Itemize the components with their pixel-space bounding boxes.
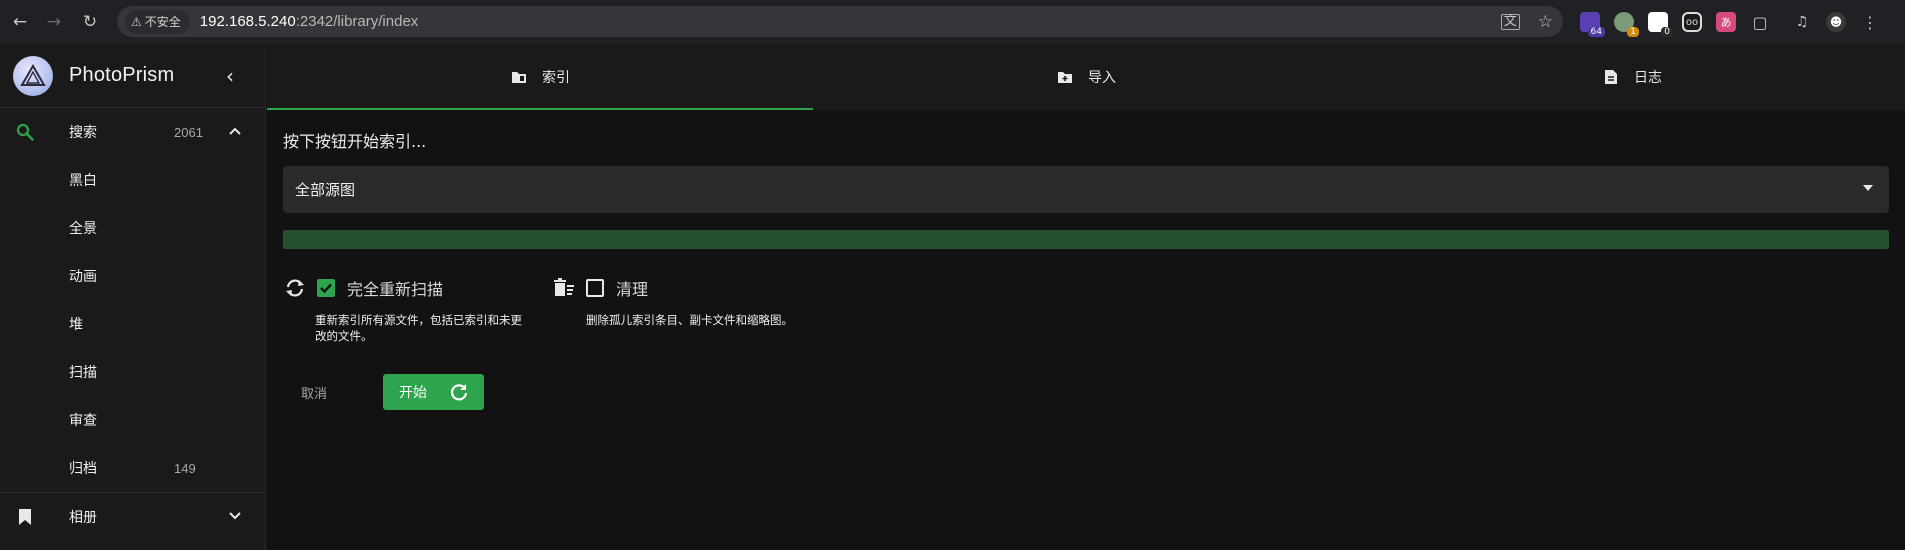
translate-icon[interactable]: 文: [1500, 13, 1520, 30]
sidebar-item-label: 堆: [69, 317, 83, 333]
sidebar-item-label: 全景: [69, 221, 97, 237]
extension-badge: 1: [1627, 27, 1639, 37]
cancel-button[interactable]: 取消: [283, 374, 345, 410]
index-prompt: 按下按钮开始索引...: [283, 132, 427, 151]
cleanup-option: 清理: [552, 276, 648, 300]
sync-icon: [283, 276, 307, 300]
folder-plus-icon: [1056, 68, 1074, 86]
sidebar-item-archive[interactable]: 归档 149: [0, 444, 265, 492]
brand-name: PhotoPrism: [69, 64, 175, 86]
media-control-icon[interactable]: ♫: [1792, 12, 1812, 32]
sidebar-item-scans[interactable]: 扫描: [0, 348, 265, 396]
rescan-hint-line: 改的文件。: [315, 329, 373, 343]
extension-3-icon[interactable]: 0: [1648, 12, 1673, 37]
extension-2-icon[interactable]: 1: [1614, 12, 1639, 37]
extensions-puzzle-icon[interactable]: ▢: [1750, 12, 1770, 32]
reload-icon[interactable]: ↻: [75, 7, 105, 37]
rescan-checkbox[interactable]: [317, 279, 335, 297]
library-tabs: 索引 导入 日志: [267, 44, 1905, 110]
sidebar-item-animated[interactable]: 动画: [0, 252, 265, 300]
refresh-icon: [449, 382, 469, 402]
sidebar-item-label: 扫描: [69, 365, 97, 381]
start-button-label: 开始: [399, 385, 427, 401]
tab-label: 日志: [1634, 70, 1662, 86]
source-folder-select[interactable]: 全部源图: [283, 166, 1889, 213]
rescan-hint: 重新索引所有源文件，包括已索引和未更 改的文件。: [315, 312, 522, 344]
tab-label: 导入: [1088, 70, 1116, 86]
sidebar-item-label: 相册: [69, 509, 97, 526]
bookmark-icon: [14, 506, 36, 528]
search-icon: [14, 121, 36, 143]
start-button[interactable]: 开始: [383, 374, 484, 410]
dropdown-caret-icon: [1863, 185, 1873, 191]
folder-icon: [510, 68, 528, 86]
security-indicator[interactable]: ⚠ 不安全: [125, 9, 190, 34]
photoprism-logo: [13, 55, 53, 96]
chevron-down-icon[interactable]: [228, 509, 242, 525]
collapse-sidebar-icon[interactable]: ‹: [218, 62, 242, 90]
sidebar-item-panoramas[interactable]: 全景: [0, 204, 265, 252]
bookmark-star-icon[interactable]: ☆: [1538, 12, 1553, 32]
rescan-option: 完全重新扫描: [283, 276, 443, 300]
address-bar[interactable]: ⚠ 不安全 192.168.5.240:2342/library/index 文…: [117, 6, 1563, 37]
sidebar-item-search[interactable]: 搜索 2061: [0, 108, 265, 156]
select-value: 全部源图: [295, 181, 356, 199]
menu-kebab-icon[interactable]: ⋮: [1860, 12, 1880, 32]
sidebar-item-label: 动画: [69, 269, 97, 285]
tab-index[interactable]: 索引: [267, 44, 813, 110]
sidebar-item-review[interactable]: 审查: [0, 396, 265, 444]
rescan-hint-line: 重新索引所有源文件，包括已索引和未更: [315, 313, 522, 327]
sidebar-item-label: 归档: [69, 461, 97, 477]
cleanup-hint: 删除孤儿索引条目、副卡文件和缩略图。: [586, 313, 793, 327]
extension-4-icon[interactable]: oo: [1682, 12, 1702, 32]
browser-toolbar: ← → ↻ ⚠ 不安全 192.168.5.240:2342/library/i…: [0, 0, 1905, 44]
url-host: 192.168.5.240: [199, 13, 296, 30]
cleanup-label[interactable]: 清理: [616, 276, 648, 300]
sidebar-item-label: 审查: [69, 413, 97, 429]
tab-label: 索引: [542, 70, 570, 86]
warning-icon: ⚠: [131, 14, 142, 29]
rescan-label[interactable]: 完全重新扫描: [347, 276, 443, 300]
extension-1-icon[interactable]: 64: [1580, 12, 1605, 37]
back-icon[interactable]: ←: [5, 7, 35, 37]
security-label: 不安全: [144, 15, 181, 29]
sidebar-item-count: 2061: [174, 124, 203, 140]
chevron-up-icon[interactable]: [228, 124, 242, 140]
main-content: 索引 导入 日志 按下按钮开始索引... 全部源图 完全重新扫描 重新索引所有源…: [267, 44, 1905, 550]
sidebar-item-count: 149: [174, 460, 196, 476]
trash-sweep-icon: [552, 276, 576, 300]
extension-5-icon[interactable]: あ: [1716, 12, 1736, 32]
extension-badge: 0: [1661, 27, 1673, 37]
url-path: :2342/library/index: [295, 13, 419, 30]
cleanup-checkbox[interactable]: [586, 279, 604, 297]
forward-icon[interactable]: →: [39, 7, 69, 37]
sidebar-item-label: 搜索: [69, 125, 97, 141]
sidebar-item-label: 黑白: [69, 173, 97, 189]
extension-badge: 64: [1587, 27, 1605, 37]
sidebar: PhotoPrism ‹ 搜索 2061 黑白 全景 动画 堆 扫描 审查 归档…: [0, 44, 266, 550]
tab-import[interactable]: 导入: [813, 44, 1359, 110]
file-icon: [1602, 68, 1620, 86]
index-progress-bar: [283, 230, 1889, 249]
tab-logs[interactable]: 日志: [1359, 44, 1905, 110]
url-text[interactable]: 192.168.5.240:2342/library/index: [200, 13, 419, 30]
sidebar-item-monochrome[interactable]: 黑白: [0, 156, 265, 204]
brand[interactable]: PhotoPrism ‹: [0, 44, 265, 108]
sidebar-item-albums[interactable]: 相册: [0, 492, 265, 540]
sidebar-item-stacks[interactable]: 堆: [0, 300, 265, 348]
profile-avatar[interactable]: ☻: [1826, 12, 1846, 32]
